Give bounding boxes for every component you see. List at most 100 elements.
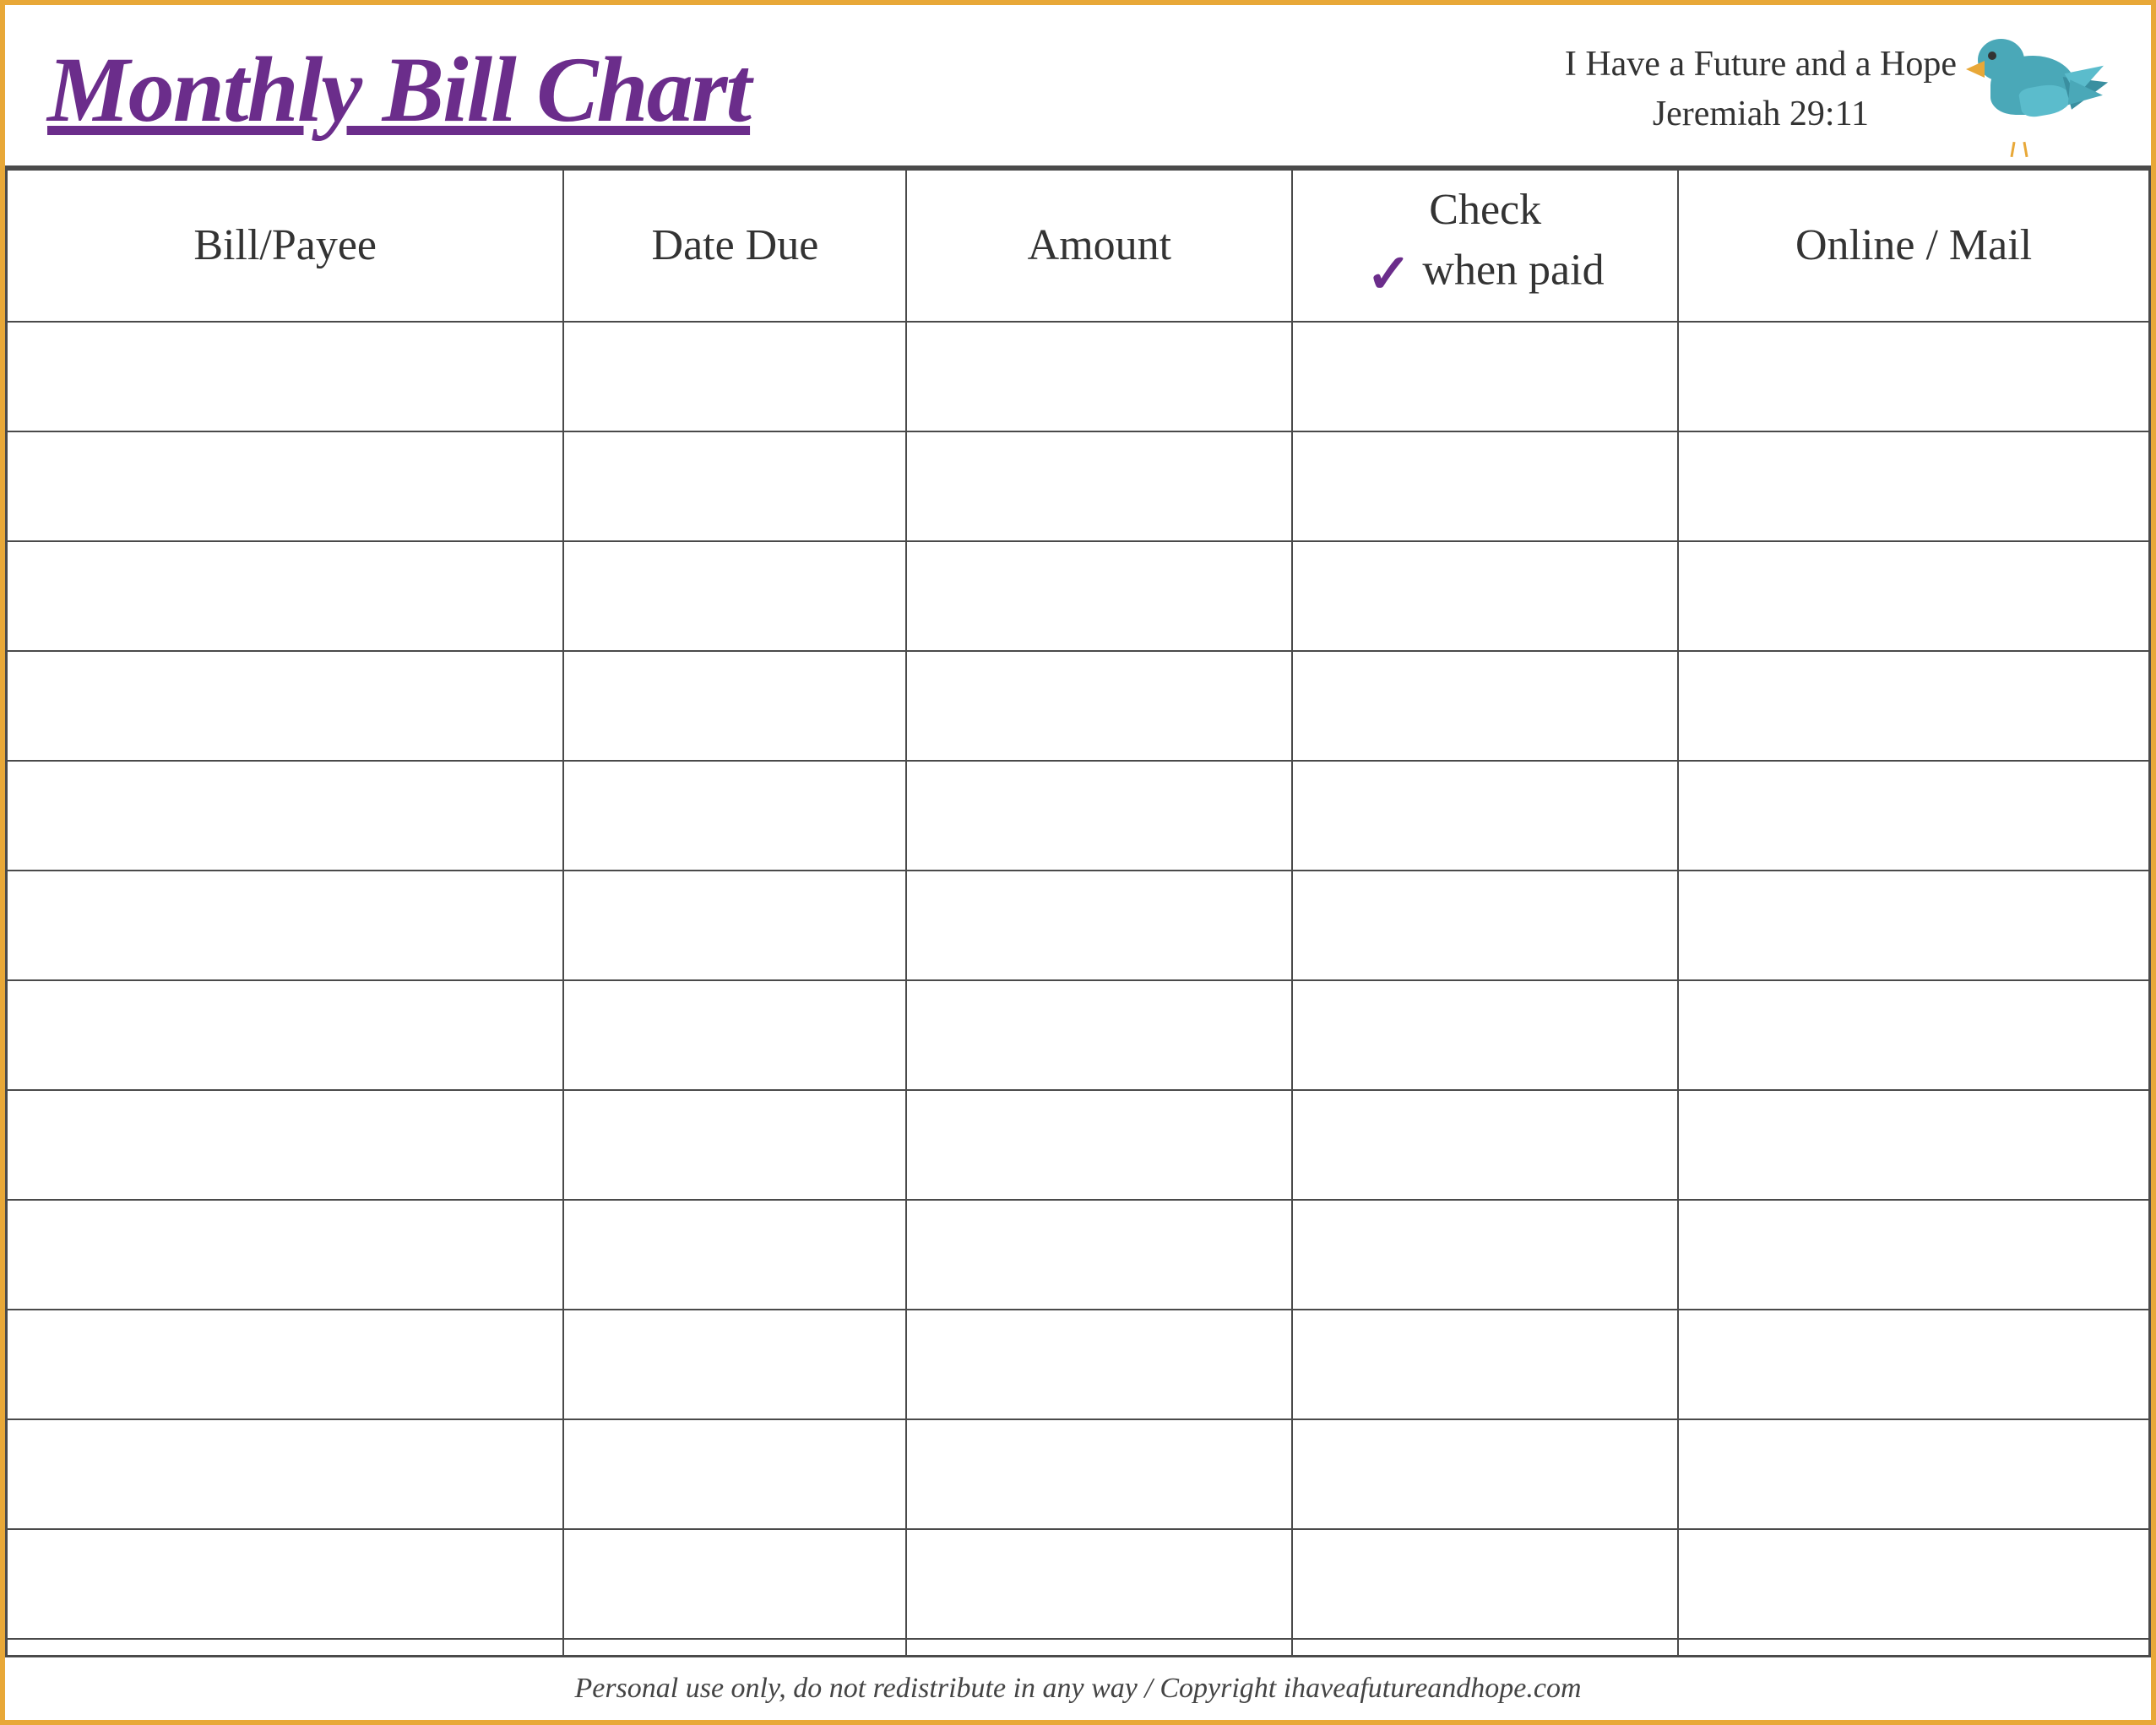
table-row [7,980,2150,1090]
table-row [7,1639,2150,1656]
bird-eye-icon [1988,52,1996,60]
table-row [7,1090,2150,1200]
table-cell [563,871,906,980]
table-cell [1292,1419,1678,1529]
table-cell [1678,651,2149,761]
footer-text: Personal use only, do not redistribute i… [574,1673,1581,1704]
table-container: Bill/Payee Date Due Amount Check ✓ when … [5,168,2151,1655]
table-row [7,761,2150,871]
table-cell [906,1529,1292,1639]
table-cell [1678,322,2149,431]
table-row [7,1419,2150,1529]
table-cell [7,871,564,980]
table-row [7,541,2150,651]
table-cell [1292,1529,1678,1639]
table-cell [7,322,564,431]
table-row [7,1310,2150,1419]
title-area: Monthly Bill Chart [47,43,750,136]
scripture-line1: I Have a Future and a Hope [1565,40,1957,90]
table-cell [1292,1090,1678,1200]
table-cell [563,431,906,541]
header-right: I Have a Future and a Hope Jeremiah 29:1… [1565,30,2109,149]
table-cell [563,761,906,871]
table-cell [7,1310,564,1419]
table-header-row: Bill/Payee Date Due Amount Check ✓ when … [7,170,2150,322]
col-header-date: Date Due [563,170,906,322]
table-cell [1678,1419,2149,1529]
check-header-when-paid: when paid [1422,246,1604,294]
table-cell [906,431,1292,541]
table-cell [1678,431,2149,541]
table-cell [1678,1200,2149,1310]
bird-illustration [1974,30,2109,149]
table-cell [7,980,564,1090]
table-cell [1292,651,1678,761]
table-cell [7,541,564,651]
table-cell [7,761,564,871]
table-cell [906,651,1292,761]
table-row [7,651,2150,761]
table-cell [7,1200,564,1310]
table-cell [563,651,906,761]
page-title: Monthly Bill Chart [47,43,750,136]
table-cell [906,1639,1292,1656]
table-cell [1678,980,2149,1090]
table-cell [1292,1639,1678,1656]
table-cell [7,431,564,541]
table-cell [563,1090,906,1200]
table-cell [906,871,1292,980]
col-header-online: Online / Mail [1678,170,2149,322]
table-cell [1678,1310,2149,1419]
table-cell [1292,1200,1678,1310]
table-cell [1678,761,2149,871]
col-header-bill: Bill/Payee [7,170,564,322]
table-cell [1292,761,1678,871]
table-row [7,1529,2150,1639]
table-cell [1292,871,1678,980]
col-header-check: Check ✓ when paid [1292,170,1678,322]
table-cell [1678,1639,2149,1656]
table-body [7,322,2150,1656]
table-cell [7,1090,564,1200]
table-cell [7,1419,564,1529]
header: Monthly Bill Chart I Have a Future and a… [5,5,2151,168]
table-cell [7,1639,564,1656]
table-cell [906,1090,1292,1200]
footer: Personal use only, do not redistribute i… [5,1655,2151,1720]
bill-chart-table: Bill/Payee Date Due Amount Check ✓ when … [5,168,2151,1655]
table-cell [906,322,1292,431]
table-cell [7,651,564,761]
table-cell [563,322,906,431]
table-cell [563,541,906,651]
table-cell [563,1419,906,1529]
page: Monthly Bill Chart I Have a Future and a… [0,0,2156,1725]
table-cell [1678,1529,2149,1639]
table-cell [563,1200,906,1310]
table-cell [1678,541,2149,651]
table-cell [563,980,906,1090]
table-cell [1678,871,2149,980]
table-cell [906,541,1292,651]
table-cell [1292,541,1678,651]
table-row [7,431,2150,541]
table-cell [906,761,1292,871]
table-cell [1292,980,1678,1090]
table-row [7,1200,2150,1310]
table-cell [1678,1090,2149,1200]
table-cell [906,1310,1292,1419]
scripture-text: I Have a Future and a Hope Jeremiah 29:1… [1565,40,1957,139]
table-cell [7,1529,564,1639]
bird-body [1990,56,2075,115]
table-cell [906,1419,1292,1529]
table-cell [1292,1310,1678,1419]
check-header-line2: ✓ when paid [1293,239,1677,309]
table-cell [1292,322,1678,431]
scripture-line2: Jeremiah 29:11 [1565,90,1957,139]
check-header-line1: Check [1293,182,1677,239]
checkmark-icon: ✓ [1366,244,1412,304]
table-cell [906,1200,1292,1310]
table-row [7,322,2150,431]
table-cell [563,1639,906,1656]
table-cell [906,980,1292,1090]
table-cell [563,1529,906,1639]
